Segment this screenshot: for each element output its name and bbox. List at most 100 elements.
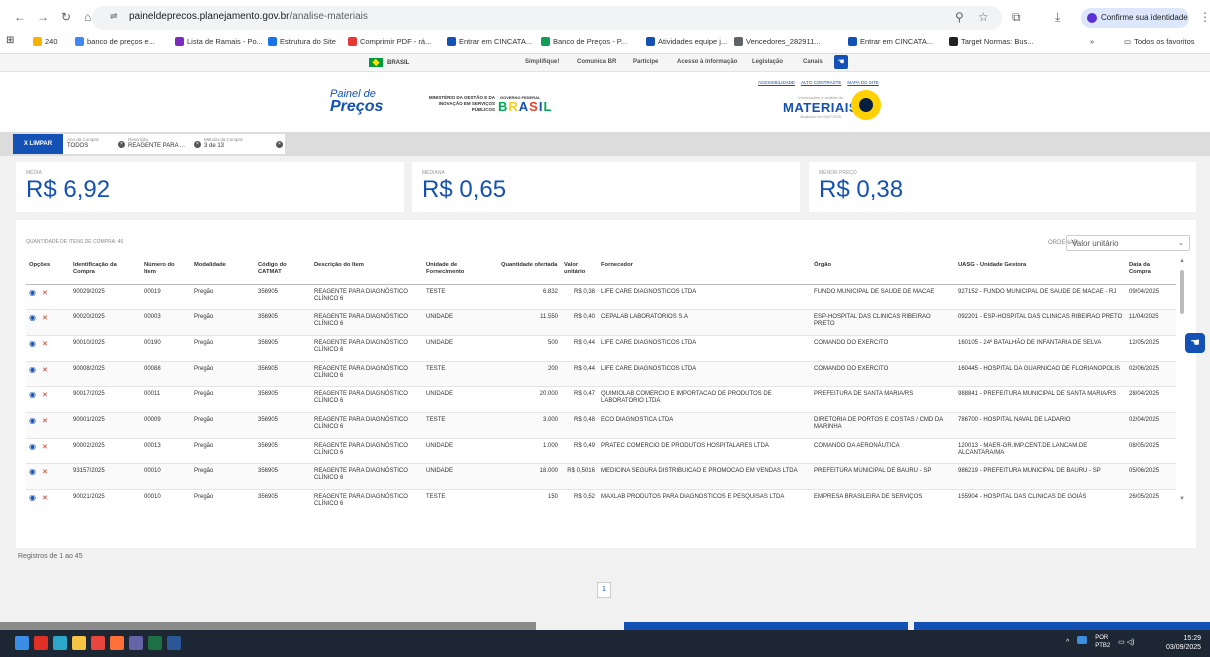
edge-icon[interactable]	[53, 636, 67, 650]
accessibility-hand-icon[interactable]: ☚	[1185, 333, 1205, 353]
scrollbar-thumb[interactable]	[1180, 270, 1184, 314]
view-eye-icon[interactable]: ◉	[29, 442, 36, 451]
alto-contraste-link[interactable]: ALTO CONTRASTE	[801, 80, 841, 85]
close-icon[interactable]: ×	[118, 141, 125, 148]
clock[interactable]: 15:29 03/09/2025	[1166, 634, 1201, 652]
lang-layout[interactable]: PTB2	[1095, 643, 1110, 649]
bookmark-item[interactable]: Entrar em CINCATA...	[848, 37, 933, 46]
chrome-icon[interactable]	[91, 636, 105, 650]
close-icon[interactable]: ×	[276, 141, 283, 148]
table-row[interactable]: ◉ ✕ 90008/2025 00088 Pregão 356905 REAGENTE PA…	[26, 361, 1176, 388]
view-eye-icon[interactable]: ◉	[29, 493, 36, 502]
table-row[interactable]: ◉ ✕ 90001/2025 00009 Pregão 356905 REAGENTE PA…	[26, 412, 1176, 439]
footer-button-left[interactable]	[624, 622, 908, 630]
windows-start-icon[interactable]	[15, 636, 29, 650]
bookmark-item[interactable]: Vencedores_282911...	[734, 37, 821, 46]
view-eye-icon[interactable]: ◉	[29, 416, 36, 425]
remove-x-icon[interactable]: ✕	[42, 315, 48, 322]
remove-x-icon[interactable]: ✕	[42, 444, 48, 451]
gov-link-legislacao[interactable]: Legislação	[752, 59, 783, 65]
table-row[interactable]: ◉ ✕ 93157/2025 00010 Pregão 356905 REAGENTE PA…	[26, 463, 1176, 490]
table-row[interactable]: ◉ ✕ 90017/2025 00011 Pregão 356905 REAGENTE PA…	[26, 386, 1176, 413]
view-eye-icon[interactable]: ◉	[29, 467, 36, 476]
url-text[interactable]: paineldeprecos.planejamento.gov.br/anali…	[129, 11, 368, 22]
menu-icon[interactable]: ⋮	[1199, 10, 1210, 24]
chevron-up-icon[interactable]: ^	[1066, 639, 1069, 646]
scroll-up-icon[interactable]: ▲	[1179, 258, 1185, 264]
pagination-page[interactable]: 1	[597, 582, 611, 598]
explorer-icon[interactable]	[72, 636, 86, 650]
bookmark-item[interactable]: Atividades equipe j...	[646, 37, 727, 46]
remove-x-icon[interactable]: ✕	[42, 495, 48, 502]
table-row[interactable]: ◉ ✕ 90021/2025 00010 Pregão 356905 REAGENTE PA…	[26, 489, 1176, 506]
column-header[interactable]: Unidade de Fornecimento	[423, 258, 498, 285]
hand-icon[interactable]: ☚	[834, 55, 848, 69]
bookmark-item[interactable]: Entrar em CINCATA...	[447, 37, 532, 46]
volume-icon[interactable]: ◁)	[1127, 639, 1135, 646]
filter-descricao[interactable]: Descrição REAGENTE PARA ...	[128, 136, 185, 150]
order-select[interactable]: Valor unitário ⌄	[1066, 235, 1190, 251]
more-bookmarks-icon[interactable]: »	[1090, 37, 1094, 46]
column-header[interactable]: Número do Item	[141, 258, 191, 285]
extensions-icon[interactable]: ⧉	[1012, 10, 1021, 25]
remove-x-icon[interactable]: ✕	[42, 367, 48, 374]
download-icon[interactable]: ⤓	[1055, 10, 1060, 25]
acrobat-icon[interactable]	[34, 636, 48, 650]
all-favorites-link[interactable]: ▭ Todos os favoritos	[1124, 37, 1195, 46]
view-eye-icon[interactable]: ◉	[29, 390, 36, 399]
teams-icon[interactable]	[129, 636, 143, 650]
footer-button-right[interactable]	[914, 622, 1210, 630]
column-header[interactable]: Modalidade	[191, 258, 255, 285]
gov-link-canais[interactable]: Canais	[803, 59, 823, 65]
column-header[interactable]: Quantidade ofertada	[498, 258, 561, 285]
identity-button[interactable]: Confirme sua identidade	[1081, 8, 1189, 28]
forward-icon[interactable]: →	[37, 10, 49, 24]
remove-x-icon[interactable]: ✕	[42, 469, 48, 476]
star-icon[interactable]: ☆	[978, 10, 989, 24]
apps-grid-icon[interactable]: ⊞	[6, 35, 14, 46]
brasil-link[interactable]: BRASIL	[369, 58, 409, 67]
filter-metodo[interactable]: Método da Compra 3 de 13	[204, 136, 243, 150]
remove-x-icon[interactable]: ✕	[42, 290, 48, 297]
view-eye-icon[interactable]: ◉	[29, 313, 36, 322]
scroll-down-icon[interactable]: ▼	[1179, 496, 1185, 502]
table-row[interactable]: ◉ ✕ 90029/2025 00019 Pregão 356905 REAGENTE PA…	[26, 284, 1176, 311]
column-header[interactable]: Código do CATMAT	[255, 258, 311, 285]
close-icon[interactable]: ×	[194, 141, 201, 148]
mapa-site-link[interactable]: MAPA DO SITE	[847, 80, 878, 85]
gov-link-comunica[interactable]: Comunica BR	[577, 59, 616, 65]
lang-code[interactable]: POR	[1095, 635, 1108, 641]
column-header[interactable]: Órgão	[811, 258, 955, 285]
gov-link-simplifique[interactable]: Simplifique!	[525, 59, 559, 65]
limpar-button[interactable]: X LIMPAR	[13, 134, 63, 154]
view-eye-icon[interactable]: ◉	[29, 339, 36, 348]
firefox-icon[interactable]	[110, 636, 124, 650]
filter-ano[interactable]: Ano da Compra TODOS	[67, 136, 99, 150]
back-icon[interactable]: ←	[14, 10, 26, 24]
column-header[interactable]: Valor unitário	[561, 258, 598, 285]
painel-logo[interactable]: Painel de Preços	[330, 88, 383, 116]
bookmark-item[interactable]: Target Normas: Bus...	[949, 37, 1034, 46]
site-info-icon[interactable]: ⇌	[110, 11, 118, 22]
remove-x-icon[interactable]: ✕	[42, 418, 48, 425]
table-row[interactable]: ◉ ✕ 90020/2025 00003 Pregão 356905 REAGENTE PA…	[26, 309, 1176, 336]
monitor-icon[interactable]: ▭	[1118, 639, 1125, 646]
column-header[interactable]: UASG - Unidade Gestora	[955, 258, 1126, 285]
gov-link-acesso[interactable]: Acesso à informação	[677, 59, 737, 65]
bookmark-item[interactable]: banco de preços e...	[75, 37, 155, 46]
zoom-icon[interactable]: ⚲	[955, 10, 964, 24]
word-icon[interactable]	[167, 636, 181, 650]
weather-icon[interactable]	[1077, 635, 1088, 644]
column-header[interactable]: Descrição do Item	[311, 258, 423, 285]
gov-link-participe[interactable]: Participe	[633, 59, 658, 65]
bookmark-item[interactable]: Banco de Preços - P...	[541, 37, 627, 46]
reload-icon[interactable]: ↻	[61, 10, 71, 24]
remove-x-icon[interactable]: ✕	[42, 341, 48, 348]
column-header[interactable]: Opções	[26, 258, 70, 285]
table-row[interactable]: ◉ ✕ 90010/2025 00190 Pregão 356905 REAGENTE PA…	[26, 335, 1176, 362]
column-header[interactable]: Data da Compra	[1126, 258, 1176, 285]
view-eye-icon[interactable]: ◉	[29, 365, 36, 374]
column-header[interactable]: Fornecedor	[598, 258, 811, 285]
bookmark-item[interactable]: Comprimir PDF - rá...	[348, 37, 431, 46]
acessibilidade-link[interactable]: ACESSIBILIDADE	[758, 80, 795, 85]
